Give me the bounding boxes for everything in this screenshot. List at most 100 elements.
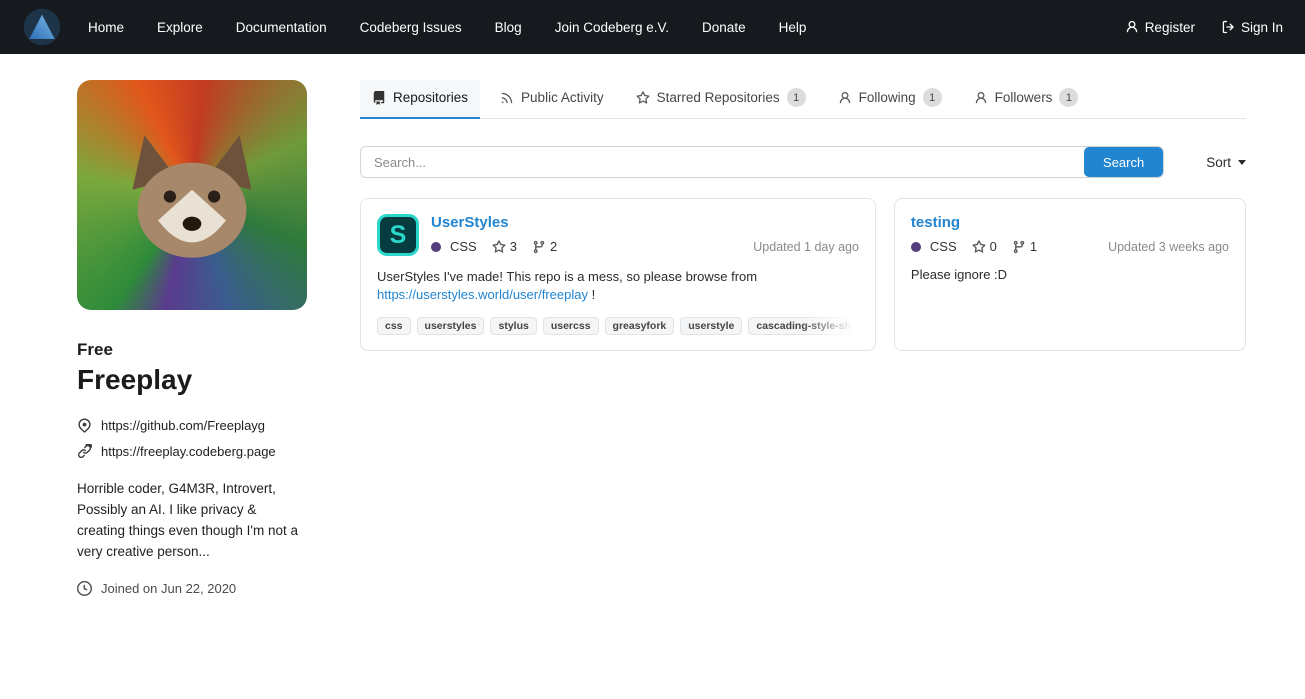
- top-navbar: Home Explore Documentation Codeberg Issu…: [0, 0, 1305, 54]
- repo-link-userstyles[interactable]: UserStyles: [431, 214, 509, 231]
- repo-card-head: S UserStyles CSS 3: [377, 214, 859, 256]
- main-nav: Home Explore Documentation Codeberg Issu…: [88, 20, 806, 35]
- profile-joined-text: Joined on Jun 22, 2020: [101, 581, 236, 596]
- profile-username: Freeplay: [77, 364, 307, 396]
- fork-count: 1: [1030, 239, 1037, 254]
- profile-meta: https://github.com/Freeplayg https://fre…: [77, 418, 307, 459]
- profile-bio: Horrible coder, G4M3R, Introvert, Possib…: [77, 479, 307, 563]
- profile-avatar: [77, 80, 307, 310]
- repo-description: Please ignore :D: [911, 266, 1229, 284]
- repo-updated: Updated 3 weeks ago: [1108, 240, 1229, 254]
- person-icon: [1125, 20, 1139, 34]
- nav-item-join-codeberg[interactable]: Join Codeberg e.V.: [555, 20, 669, 35]
- repo-stars: 0: [972, 239, 997, 254]
- fox-illustration: [107, 115, 277, 285]
- repo-link-testing[interactable]: testing: [911, 214, 960, 231]
- topic-tag[interactable]: userstyles: [417, 317, 485, 335]
- person-icon: [974, 91, 988, 105]
- repo-card-userstyles: S UserStyles CSS 3: [360, 198, 876, 351]
- sign-in-link[interactable]: Sign In: [1221, 20, 1283, 35]
- repo-description: UserStyles I've made! This repo is a mes…: [377, 268, 859, 304]
- rss-icon: [500, 91, 514, 105]
- tab-count-badge: 1: [787, 88, 806, 107]
- nav-item-home[interactable]: Home: [88, 20, 124, 35]
- topic-tag[interactable]: greasyfork: [605, 317, 675, 335]
- repo-toolbar: Search Sort: [360, 146, 1246, 178]
- nav-item-explore[interactable]: Explore: [157, 20, 203, 35]
- nav-item-help[interactable]: Help: [779, 20, 807, 35]
- profile-content: Repositories Public Activity Starred Rep…: [360, 80, 1246, 596]
- tab-label: Followers: [995, 90, 1053, 105]
- tab-repositories[interactable]: Repositories: [360, 80, 480, 119]
- clock-icon: [77, 581, 92, 596]
- language-label: CSS: [930, 239, 957, 254]
- repo-forks: 1: [1012, 239, 1037, 254]
- sort-label: Sort: [1206, 155, 1231, 170]
- star-icon: [972, 240, 986, 254]
- profile-sidebar: Free Freeplay https://github.com/Freepla…: [77, 80, 307, 596]
- search-button[interactable]: Search: [1084, 147, 1163, 177]
- repo-card-main: UserStyles CSS 3: [431, 214, 859, 256]
- description-suffix: !: [588, 287, 595, 302]
- topic-tag[interactable]: userstyle: [680, 317, 742, 335]
- repo-meta-row: CSS 0 1 Updated 3 weeks ago: [911, 239, 1229, 254]
- location-pin-icon: [77, 418, 92, 433]
- tab-public-activity[interactable]: Public Activity: [488, 80, 616, 119]
- git-branch-icon: [1012, 240, 1026, 254]
- profile-joined-row: Joined on Jun 22, 2020: [77, 581, 307, 596]
- repo-card-testing: testing CSS 0: [894, 198, 1246, 351]
- nav-item-codeberg-issues[interactable]: Codeberg Issues: [360, 20, 462, 35]
- description-text: Please ignore :D: [911, 267, 1007, 282]
- repo-forks: 2: [532, 239, 557, 254]
- description-link[interactable]: https://userstyles.world/user/freeplay: [377, 287, 588, 302]
- sort-dropdown[interactable]: Sort: [1206, 155, 1246, 170]
- sign-in-icon: [1221, 20, 1235, 34]
- profile-fullname: Free: [77, 340, 307, 360]
- sign-in-label: Sign In: [1241, 20, 1283, 35]
- tab-followers[interactable]: Followers 1: [962, 80, 1091, 119]
- chevron-down-icon: [1238, 160, 1246, 165]
- repo-avatar-userstyles: S: [377, 214, 419, 256]
- repo-icon: [372, 91, 386, 105]
- tab-label: Starred Repositories: [657, 90, 780, 105]
- git-branch-icon: [532, 240, 546, 254]
- link-icon: [77, 444, 92, 459]
- nav-item-donate[interactable]: Donate: [702, 20, 746, 35]
- repo-language: CSS: [431, 239, 477, 254]
- repo-card-head: testing CSS 0: [911, 214, 1229, 254]
- repo-meta-row: CSS 3 2 Updated 1 day ago: [431, 239, 859, 254]
- tab-label: Repositories: [393, 90, 468, 105]
- repo-card-main: testing CSS 0: [911, 214, 1229, 254]
- profile-homepage-link[interactable]: https://freeplay.codeberg.page: [101, 444, 276, 459]
- repo-search-group: Search: [360, 146, 1164, 178]
- topic-tag[interactable]: css: [377, 317, 411, 335]
- repo-stars: 3: [492, 239, 517, 254]
- navbar-account-area: Register Sign In: [1125, 20, 1283, 35]
- tab-label: Following: [859, 90, 916, 105]
- profile-website-row: https://freeplay.codeberg.page: [77, 444, 307, 459]
- description-text: UserStyles I've made! This repo is a mes…: [377, 269, 757, 284]
- tab-starred-repositories[interactable]: Starred Repositories 1: [624, 80, 818, 119]
- repo-avatar-letter: S: [390, 221, 407, 250]
- tab-following[interactable]: Following 1: [826, 80, 954, 119]
- codeberg-logo[interactable]: [22, 7, 62, 47]
- register-link[interactable]: Register: [1125, 20, 1195, 35]
- topic-tag[interactable]: cascading-style-sh: [748, 317, 859, 335]
- fork-count: 2: [550, 239, 557, 254]
- search-input[interactable]: [361, 147, 1084, 177]
- person-icon: [838, 91, 852, 105]
- topic-tag[interactable]: usercss: [543, 317, 599, 335]
- profile-github-link[interactable]: https://github.com/Freeplayg: [101, 418, 265, 433]
- tab-label: Public Activity: [521, 90, 604, 105]
- repo-language: CSS: [911, 239, 957, 254]
- page-body: Free Freeplay https://github.com/Freepla…: [0, 54, 1305, 596]
- language-dot: [911, 242, 921, 252]
- tab-count-badge: 1: [923, 88, 942, 107]
- nav-item-blog[interactable]: Blog: [495, 20, 522, 35]
- nav-item-documentation[interactable]: Documentation: [236, 20, 327, 35]
- register-label: Register: [1145, 20, 1195, 35]
- star-count: 3: [510, 239, 517, 254]
- topic-tag[interactable]: stylus: [490, 317, 536, 335]
- language-dot: [431, 242, 441, 252]
- star-icon: [636, 91, 650, 105]
